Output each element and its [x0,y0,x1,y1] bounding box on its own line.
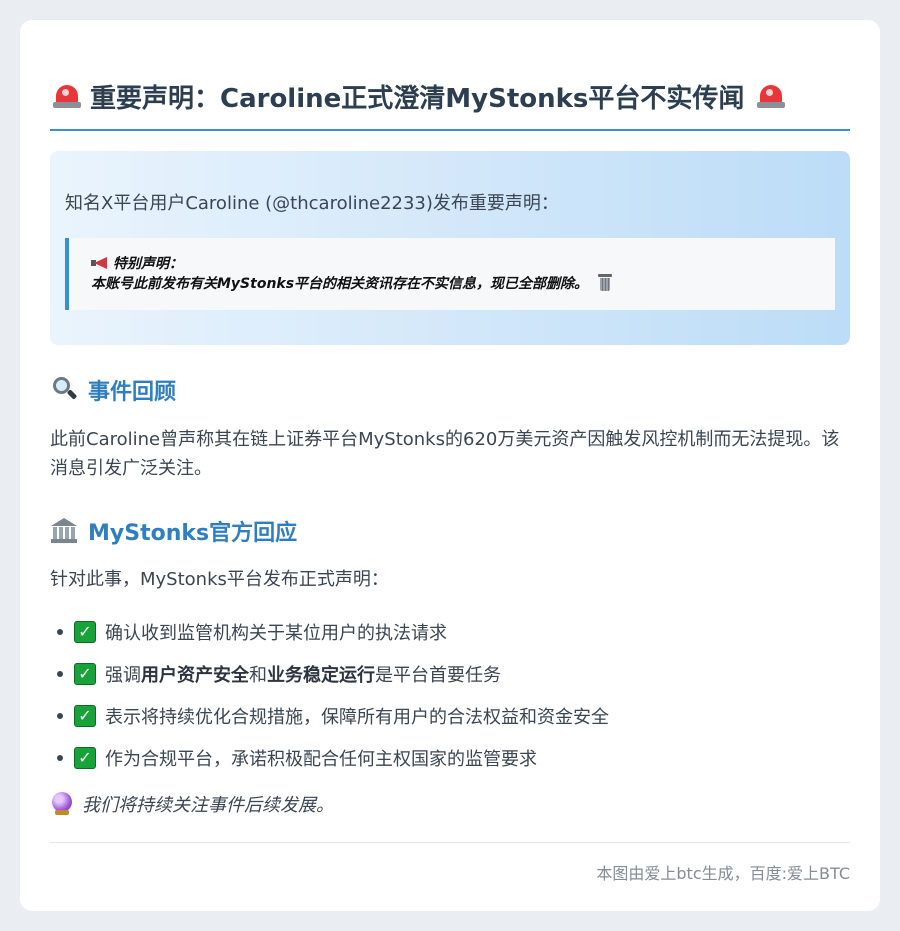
review-paragraph: 此前Caroline曾声称其在链上证券平台MyStonks的620万美元资产因触… [50,429,840,479]
notice-quote: 特别声明： 本账号此前发布有关MyStonks平台的相关资讯存在不实信息，现已全… [65,238,835,310]
section-heading-review-text: 事件回顾 [88,380,177,405]
official-lead: 针对此事，MyStonks平台发布正式声明： [50,569,389,590]
notice-text: 本账号此前发布有关MyStonks平台的相关资讯存在不实信息，现已全部删除。 [91,276,589,292]
bullet-dot [57,755,63,761]
list-item: ✓ 表示将持续优化合规措施，保障所有用户的合法权益和资金安全 [50,695,850,737]
list-item-text: 作为合规平台，承诺积极配合任何主权国家的监管要求 [105,749,537,770]
bank-icon [50,517,78,545]
magnifier-icon [50,376,78,404]
list-item: ✓ 确认收到监管机构关于某位用户的执法请求 [50,611,850,653]
police-light-icon [756,83,786,109]
section-heading-official-text: MyStonks官方回应 [88,521,298,546]
intro-box: 知名X平台用户Caroline (@thcaroline2233)发布重要声明：… [50,151,850,345]
list-item-text: 确认收到监管机构关于某位用户的执法请求 [105,623,447,644]
bullet-dot [57,713,63,719]
outlook-text: 我们将持续关注事件后续发展。 [82,795,334,816]
section-heading-review: 事件回顾 [50,374,850,406]
list-item: ✓ 作为合规平台，承诺积极配合任何主权国家的监管要求 [50,737,850,779]
list-item-text: 强调用户资产安全和业务稳定运行是平台首要任务 [105,665,501,686]
wastebasket-icon [598,274,613,291]
announcement-card: 重要声明：Caroline正式澄清MyStonks平台不实传闻 知名X平台用户C… [20,20,880,911]
emphasis-text: 用户资产安全 [141,665,249,686]
list-item-text: 表示将持续优化合规措施，保障所有用户的合法权益和资金安全 [105,707,609,728]
police-light-icon [52,83,82,109]
notice-label-line: 特别声明： [91,254,835,274]
footer-credit: 本图由爱上btc生成，百度:爱上BTC [596,864,850,883]
check-mark-icon: ✓ [74,705,96,727]
bullet-dot [57,671,63,677]
check-mark-icon: ✓ [74,621,96,643]
list-item: ✓ 强调用户资产安全和业务稳定运行是平台首要任务 [50,653,850,695]
outlook-line: 我们将持续关注事件后续发展。 [50,789,850,819]
page-title: 重要声明：Caroline正式澄清MyStonks平台不实传闻 [50,74,850,118]
official-points-list: ✓ 确认收到监管机构关于某位用户的执法请求 ✓ 强调用户资产安全和业务稳定运行是… [50,611,850,779]
check-mark-icon: ✓ [74,747,96,769]
section-heading-official: MyStonks官方回应 [50,515,850,547]
notice-label: 特别声明： [113,256,183,272]
footer-divider [50,842,850,843]
check-mark-icon: ✓ [74,663,96,685]
bullet-dot [57,629,63,635]
megaphone-icon [91,257,109,269]
emphasis-text: 业务稳定运行 [267,665,375,686]
intro-text: 知名X平台用户Caroline (@thcaroline2233)发布重要声明： [65,193,559,214]
title-divider [50,129,850,131]
crystal-ball-icon [50,792,74,816]
notice-text-line: 本账号此前发布有关MyStonks平台的相关资讯存在不实信息，现已全部删除。 [91,274,835,294]
page-title-text: 重要声明：Caroline正式澄清MyStonks平台不实传闻 [90,83,745,114]
